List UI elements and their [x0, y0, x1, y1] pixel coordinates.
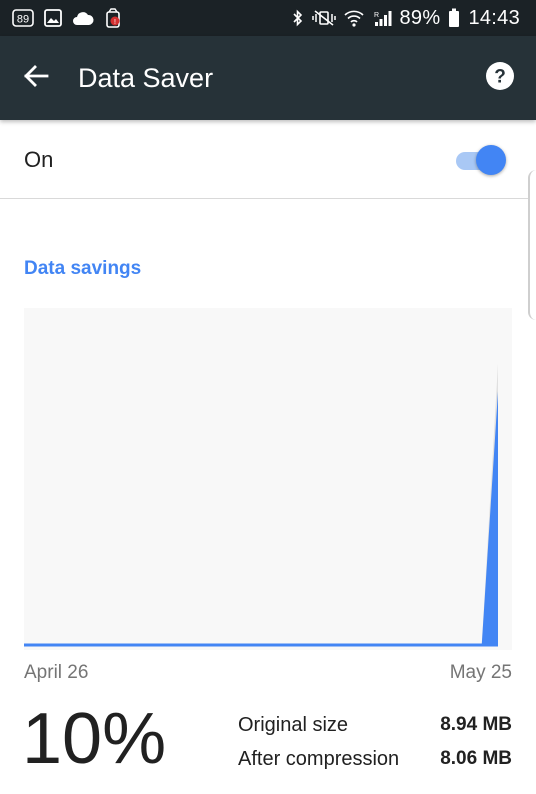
switch-thumb	[476, 144, 506, 175]
help-button[interactable]: ?	[464, 36, 536, 120]
original-size-area	[24, 363, 498, 646]
chart-svg	[24, 363, 498, 647]
app-alert-icon: !	[104, 8, 122, 28]
status-right-icons: R 89% 14:43	[292, 7, 521, 30]
svg-text:!: !	[114, 19, 116, 26]
notification-count-icon: 89	[12, 9, 34, 27]
chart-start-date: April 26	[24, 662, 89, 683]
back-button[interactable]	[0, 36, 72, 120]
battery-percent-text: 89%	[399, 6, 441, 29]
compressed-size-area	[24, 391, 498, 646]
back-arrow-icon	[23, 64, 49, 92]
help-icon: ?	[485, 61, 515, 95]
original-size-value: 8.94 MB	[440, 714, 512, 735]
status-left-icons: 89 !	[12, 8, 122, 28]
original-size-label: Original size	[238, 713, 349, 736]
savings-percent: 10%	[22, 699, 167, 779]
vibrate-mute-icon	[311, 9, 336, 27]
cloud-icon	[72, 10, 94, 26]
signal-icon: R	[372, 9, 392, 27]
bluetooth-icon	[292, 9, 304, 27]
data-saver-switch[interactable]	[452, 143, 506, 177]
compressed-size-value: 8.06 MB	[440, 748, 512, 769]
svg-text:?: ?	[494, 67, 506, 88]
battery-icon	[448, 8, 460, 28]
notification-count-text: 89	[17, 14, 29, 26]
data-savings-chart	[24, 308, 512, 650]
wifi-icon	[343, 9, 364, 27]
edge-panel-handle[interactable]	[528, 170, 536, 320]
original-size-row: Original size 8.94 MB	[238, 708, 512, 742]
gallery-icon	[44, 9, 62, 27]
section-title: Data savings	[24, 258, 142, 279]
compressed-size-row: After compression 8.06 MB	[238, 742, 512, 776]
status-bar: 89 ! R 89% 14:43	[0, 0, 536, 36]
data-saver-toggle-row[interactable]: On	[0, 121, 528, 199]
chart-end-date: May 25	[449, 662, 512, 683]
svg-text:R: R	[374, 12, 379, 19]
toggle-label: On	[24, 146, 54, 172]
clock-text: 14:43	[468, 6, 520, 29]
savings-stats: Original size 8.94 MB After compression …	[238, 708, 512, 776]
page-title: Data Saver	[78, 62, 214, 93]
app-bar: Data Saver ?	[0, 36, 536, 120]
compressed-size-label: After compression	[238, 747, 400, 770]
